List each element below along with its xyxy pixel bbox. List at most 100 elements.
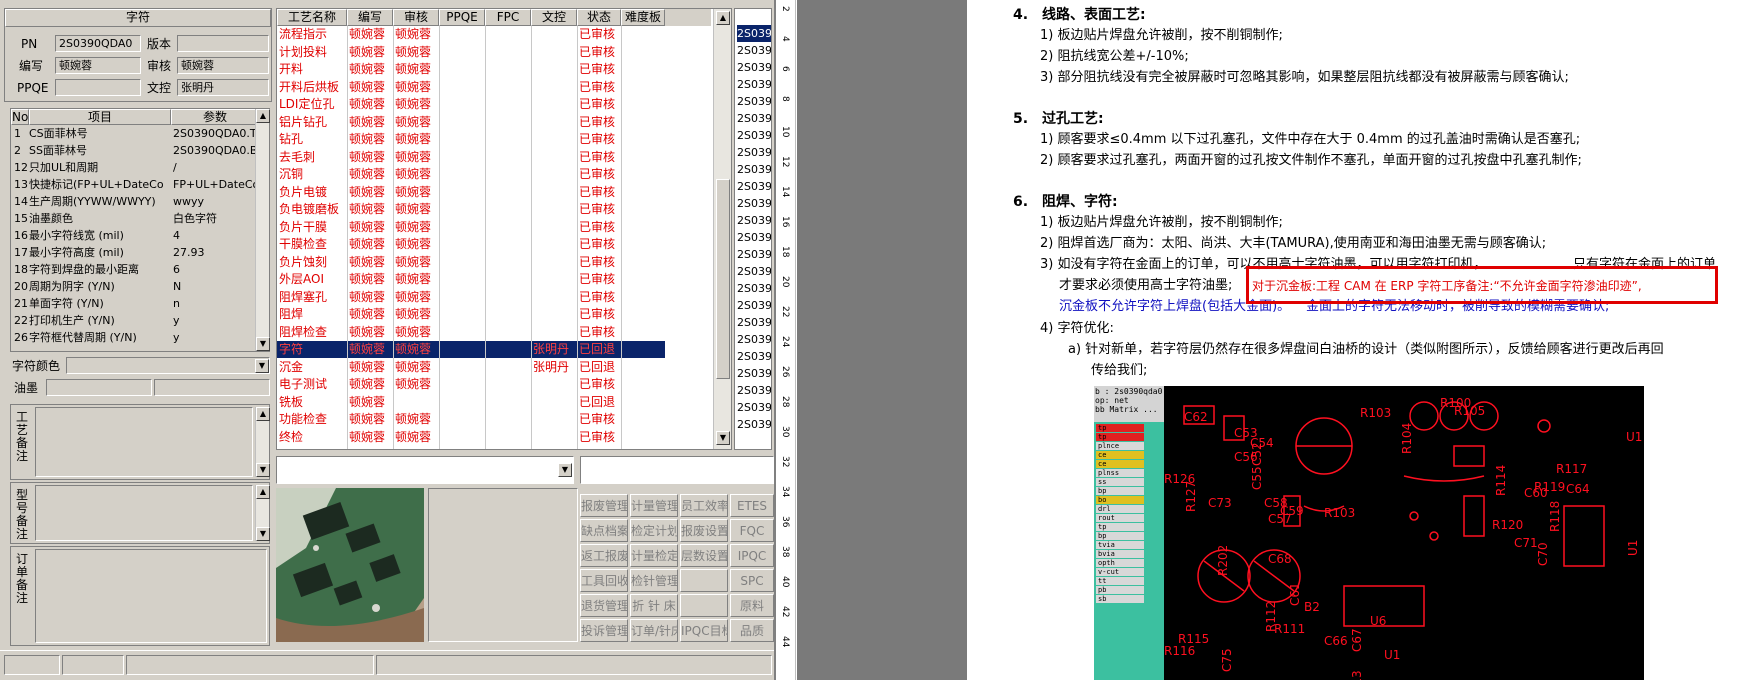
craft-note-textarea[interactable] xyxy=(35,407,253,477)
function-button[interactable]: 检定计划 xyxy=(630,519,678,542)
function-button[interactable]: IPQC xyxy=(730,544,774,567)
scroll-up-icon[interactable]: ▲ xyxy=(256,407,270,421)
table-row[interactable]: 计划投料 顿婉蓉 顿婉蓉 已审核 xyxy=(277,44,665,61)
list-item[interactable]: 2S039 xyxy=(737,25,771,42)
list-item[interactable]: 2S039 xyxy=(737,416,771,433)
order-note-textarea[interactable] xyxy=(35,549,267,643)
table-row[interactable]: 20 周期为阴字 (Y/N) N xyxy=(11,278,255,295)
version-field[interactable] xyxy=(177,35,269,52)
table-row[interactable]: 阻焊塞孔 顿婉蓉 顿婉蓉 已审核 xyxy=(277,289,665,306)
cad-layer-item[interactable]: tp xyxy=(1096,523,1144,531)
table-row[interactable]: 16 最小字符线宽 (mil) 4 xyxy=(11,227,255,244)
table-row[interactable]: 沉铜 顿婉蓉 顿婉蓉 已审核 xyxy=(277,166,665,183)
scroll-thumb[interactable] xyxy=(716,179,730,379)
grid-header-cell[interactable]: 工艺名称 xyxy=(277,9,347,26)
function-button[interactable]: 投诉管理 xyxy=(580,619,628,642)
table-row[interactable]: 铝片钻孔 顿婉蓉 顿婉蓉 已审核 xyxy=(277,114,665,131)
table-row[interactable]: 15 油墨颜色 白色字符 xyxy=(11,210,255,227)
scroll-down-icon[interactable]: ▼ xyxy=(256,463,270,477)
list-item[interactable]: 2S039 xyxy=(737,212,771,229)
params-scrollbar[interactable]: ▲ ▼ xyxy=(255,109,270,351)
table-row[interactable]: 负片蚀刻 顿婉蓉 顿婉蓉 已审核 xyxy=(277,254,665,271)
function-button[interactable]: 订单/针床 xyxy=(630,619,678,642)
cad-layer-item[interactable]: plnss xyxy=(1096,469,1144,477)
cad-layer-item[interactable]: plnce xyxy=(1096,442,1144,450)
grid-header-cell[interactable]: PPQE xyxy=(439,9,485,26)
ink-field-2[interactable] xyxy=(154,379,270,396)
list-item[interactable]: 2S039 xyxy=(737,331,771,348)
list-item[interactable]: 2S039 xyxy=(737,144,771,161)
list-item[interactable]: 2S039 xyxy=(737,365,771,382)
list-item[interactable]: 2S039 xyxy=(737,93,771,110)
function-button[interactable]: 员工效率 xyxy=(680,494,728,517)
cad-layer-item[interactable]: bo xyxy=(1096,496,1144,504)
table-row[interactable]: 17 最小字符高度 (mil) 27.93 xyxy=(11,244,255,261)
function-button[interactable]: 退货管理 xyxy=(580,594,628,617)
scroll-down-icon[interactable]: ▼ xyxy=(256,337,270,351)
list-item[interactable]: 2S039 xyxy=(737,161,771,178)
table-row[interactable]: 功能检查 顿婉蓉 顿婉蓉 已审核 xyxy=(277,411,665,428)
ppqe-field[interactable] xyxy=(55,79,141,96)
table-row[interactable]: 外层AOI 顿婉蓉 顿婉蓉 已审核 xyxy=(277,271,665,288)
cad-layer-item[interactable]: tp xyxy=(1096,433,1144,441)
function-button[interactable]: 原料 xyxy=(730,594,774,617)
cad-layer-item[interactable]: opth xyxy=(1096,559,1144,567)
list-item[interactable]: 2S039 xyxy=(737,263,771,280)
table-row[interactable]: 22 打印机生产 (Y/N) y xyxy=(11,312,255,329)
table-row[interactable]: 14 生产周期(YYWW/WWYY) wwyy xyxy=(11,193,255,210)
table-row[interactable]: 电子测试 顿婉蓉 顿婉蓉 已审核 xyxy=(277,376,665,393)
grid-header-cell[interactable]: 编写 xyxy=(347,9,393,26)
grid-header-cell[interactable]: FPC xyxy=(485,9,531,26)
scroll-down-icon[interactable]: ▼ xyxy=(256,527,270,541)
scroll-up-icon[interactable]: ▲ xyxy=(256,485,270,499)
char-color-select[interactable] xyxy=(66,357,270,374)
table-row[interactable]: 干膜检查 顿婉蓉 顿婉蓉 已审核 xyxy=(277,236,665,253)
table-row[interactable]: 21 单面字符 (Y/N) n xyxy=(11,295,255,312)
function-button[interactable]: 检针管理 xyxy=(630,569,678,592)
list-item[interactable]: 2S039 xyxy=(737,314,771,331)
list-item[interactable]: 2S039 xyxy=(737,178,771,195)
list-item[interactable]: 2S039 xyxy=(737,280,771,297)
table-row[interactable]: 18 字符到焊盘的最小距离 6 xyxy=(11,261,255,278)
grid-header-cell[interactable]: 文控 xyxy=(531,9,577,26)
function-button[interactable] xyxy=(680,594,728,617)
cad-layer-item[interactable]: rout xyxy=(1096,514,1144,522)
function-button[interactable]: 缺点档案 xyxy=(580,519,628,542)
scroll-down-icon[interactable]: ▼ xyxy=(716,431,730,445)
chevron-down-icon[interactable]: ▼ xyxy=(255,359,269,373)
model-note-textarea[interactable] xyxy=(35,485,253,541)
list-item[interactable]: 2S039 xyxy=(737,297,771,314)
table-row[interactable]: 流程指示 顿婉蓉 顿婉蓉 已审核 xyxy=(277,26,665,43)
function-button[interactable]: 层数设置 xyxy=(680,544,728,567)
list-item[interactable]: 2S039 xyxy=(737,127,771,144)
search-field[interactable] xyxy=(580,456,774,484)
function-button[interactable]: 品质 xyxy=(730,619,774,642)
table-row[interactable]: 去毛刺 顿婉蓉 顿婉蓉 已审核 xyxy=(277,149,665,166)
table-row[interactable]: 开料后烘板 顿婉蓉 顿婉蓉 已审核 xyxy=(277,79,665,96)
cad-layer-item[interactable]: tp xyxy=(1096,424,1144,432)
cad-layer-item[interactable]: ce xyxy=(1096,451,1144,459)
cad-layer-item[interactable]: bvia xyxy=(1096,550,1144,558)
list-item[interactable]: 2S039 xyxy=(737,246,771,263)
table-row[interactable]: 阻焊检查 顿婉蓉 顿婉蓉 已审核 xyxy=(277,324,665,341)
function-button[interactable]: 报废设置 xyxy=(680,519,728,542)
cad-layer-item[interactable]: tvia xyxy=(1096,541,1144,549)
table-row[interactable]: 沉金 顿婉蓉 顿婉蓉 张明丹 已回退 xyxy=(277,359,665,376)
doc-control-field[interactable]: 张明丹 xyxy=(177,79,269,96)
table-row[interactable]: 负电镀磨板 顿婉蓉 顿婉蓉 已审核 xyxy=(277,201,665,218)
list-item[interactable]: 2S039 xyxy=(737,42,771,59)
table-row[interactable]: 26 字符框代替周期 (Y/N) y xyxy=(11,329,255,346)
list-item[interactable]: 2S039 xyxy=(737,195,771,212)
author-field[interactable]: 顿婉蓉 xyxy=(55,57,141,74)
function-button[interactable]: ETES xyxy=(730,494,774,517)
table-row[interactable]: 终检 顿婉蓉 顿婉蓉 已审核 xyxy=(277,429,665,446)
table-row[interactable]: 阻焊 顿婉蓉 顿婉蓉 已审核 xyxy=(277,306,665,323)
cad-layer-item[interactable]: ce xyxy=(1096,460,1144,468)
function-button[interactable]: FQC xyxy=(730,519,774,542)
list-item[interactable]: 2S039 xyxy=(737,76,771,93)
cad-layer-item[interactable]: pb xyxy=(1096,586,1144,594)
grid-header-cell[interactable]: 审核 xyxy=(393,9,439,26)
chevron-down-icon[interactable]: ▼ xyxy=(558,463,572,477)
table-row[interactable]: 字符 顿婉蓉 顿婉蓉 张明丹 已回退 xyxy=(277,341,665,358)
function-button[interactable]: 折 针 床 xyxy=(630,594,678,617)
